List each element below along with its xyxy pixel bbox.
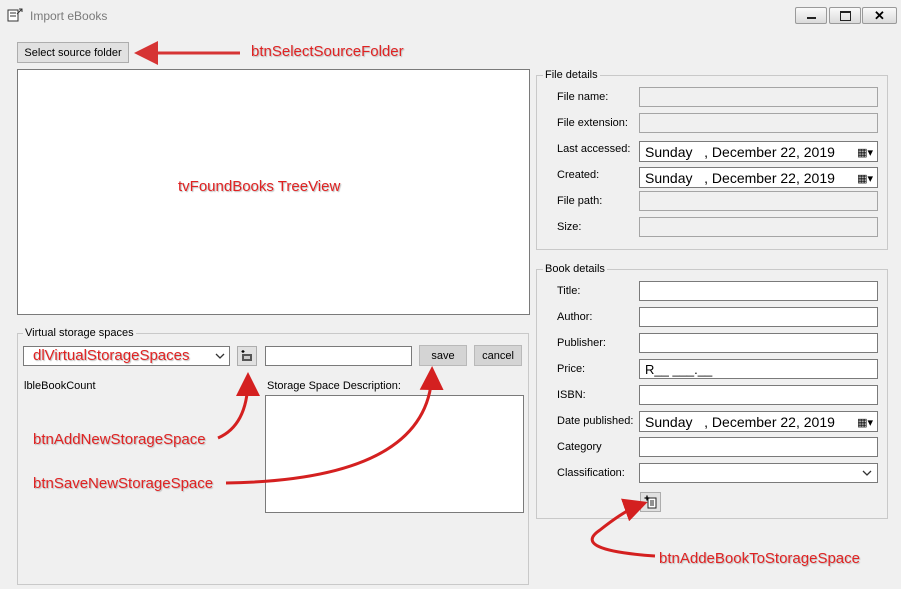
storage-description-label: Storage Space Description: [267,380,401,392]
title-label: Title: [557,285,581,297]
price-label: Price: [557,363,586,375]
file-extension-field[interactable] [639,113,878,133]
minimize-button[interactable] [795,7,827,24]
created-datepicker[interactable]: Sunday , December 22, 2019 ▦▾ [639,167,878,188]
add-storage-annotation: btnAddNewStorageSpace [33,431,206,448]
virtual-storage-group-title: Virtual storage spaces [23,327,136,339]
save-storage-space-button[interactable]: save [419,345,467,366]
select-folder-annotation: btnSelectSourceFolder [251,43,404,60]
category-field[interactable] [639,437,878,457]
isbn-label: ISBN: [557,389,586,401]
size-label: Size: [557,221,582,233]
date-published-value: Sunday , December 22, 2019 [645,414,835,430]
storage-description-textarea[interactable] [265,395,524,513]
file-path-field[interactable] [639,191,878,211]
save-storage-annotation: btnSaveNewStorageSpace [33,475,214,492]
file-details-title: File details [543,69,600,81]
window-title: Import eBooks [30,9,108,23]
title-field[interactable] [639,281,878,301]
created-label: Created: [557,169,600,181]
isbn-field[interactable] [639,385,878,405]
new-storage-space-input[interactable] [265,346,412,366]
category-label: Category [557,441,602,453]
chevron-down-icon [862,470,872,476]
maximize-icon [840,11,851,21]
author-field[interactable] [639,307,878,327]
created-value: Sunday , December 22, 2019 [645,170,835,186]
maximize-button[interactable] [829,7,861,24]
add-book-annotation: btnAddeBookToStorageSpace [659,550,860,567]
add-storage-icon [241,350,252,361]
close-icon: ✕ [874,8,885,23]
publisher-label: Publisher: [557,337,606,349]
add-document-icon [644,495,656,509]
price-field[interactable]: R__ ___.__ [639,359,878,379]
last-accessed-label: Last accessed: [557,143,631,155]
add-ebook-to-storage-button[interactable] [640,492,661,512]
select-source-folder-button[interactable]: Select source folder [17,42,129,63]
chevron-down-icon [215,353,225,359]
file-extension-label: File extension: [557,117,628,129]
cancel-storage-space-button[interactable]: cancel [474,345,522,366]
file-path-label: File path: [557,195,603,207]
close-button[interactable]: ✕ [862,7,897,24]
book-details-title: Book details [543,263,607,275]
file-name-label: File name: [557,91,609,103]
price-value: R__ ___.__ [645,362,713,377]
last-accessed-datepicker[interactable]: Sunday , December 22, 2019 ▦▾ [639,141,878,162]
ebook-import-icon [7,8,23,22]
calendar-dropdown-icon: ▦▾ [857,173,873,185]
ebook-count-label: lbleBookCount [24,380,96,392]
date-published-label: Date published: [557,415,634,427]
author-label: Author: [557,311,593,323]
storage-spaces-dropdown[interactable]: dlVirtualStorageSpaces [23,346,230,366]
add-new-storage-space-button[interactable] [237,346,257,366]
file-name-field[interactable] [639,87,878,107]
size-field[interactable] [639,217,878,237]
last-accessed-value: Sunday , December 22, 2019 [645,144,835,160]
classification-dropdown[interactable] [639,463,878,483]
calendar-dropdown-icon: ▦▾ [857,147,873,159]
title-bar: Import eBooks ✕ [0,0,901,32]
minimize-icon [807,17,816,19]
storage-spaces-dropdown-value: dlVirtualStorageSpaces [33,347,190,364]
treeview-annotation: tvFoundBooks TreeView [178,178,341,195]
date-published-datepicker[interactable]: Sunday , December 22, 2019 ▦▾ [639,411,878,432]
classification-label: Classification: [557,467,625,479]
calendar-dropdown-icon: ▦▾ [857,417,873,429]
publisher-field[interactable] [639,333,878,353]
found-books-treeview[interactable]: tvFoundBooks TreeView [17,69,530,315]
